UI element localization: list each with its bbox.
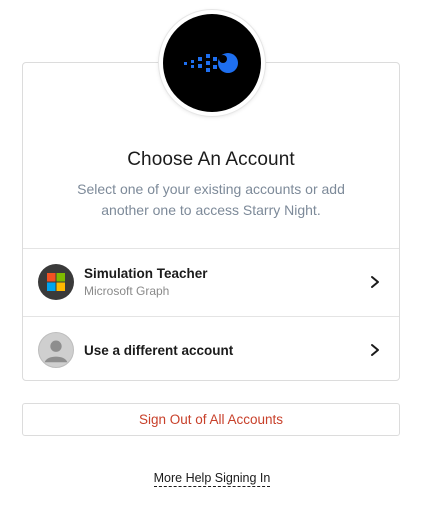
account-name: Simulation Teacher xyxy=(84,266,208,281)
app-logo xyxy=(159,10,265,116)
account-item-simulation-teacher[interactable]: Simulation Teacher Microsoft Graph xyxy=(23,249,399,315)
starry-night-logo-icon xyxy=(163,14,261,112)
microsoft-logo-icon xyxy=(38,264,74,300)
sign-out-all-button[interactable]: Sign Out of All Accounts xyxy=(22,403,400,436)
sign-in-page: Choose An Account Select one of your exi… xyxy=(0,0,424,517)
page-subtitle: Select one of your existing accounts or … xyxy=(77,181,345,218)
page-title: Choose An Account xyxy=(127,149,295,170)
help-link-wrap: More Help Signing In xyxy=(0,469,424,487)
account-item-different-account[interactable]: Use a different account xyxy=(23,317,399,383)
generic-user-icon xyxy=(38,332,74,368)
account-name: Use a different account xyxy=(84,342,234,358)
chevron-right-icon xyxy=(371,276,379,288)
account-provider: Microsoft Graph xyxy=(84,284,170,298)
chevron-right-icon xyxy=(371,344,379,356)
account-text: Simulation Teacher Microsoft Graph xyxy=(84,266,208,298)
more-help-link[interactable]: More Help Signing In xyxy=(153,471,271,487)
account-text: Use a different account xyxy=(84,343,233,358)
